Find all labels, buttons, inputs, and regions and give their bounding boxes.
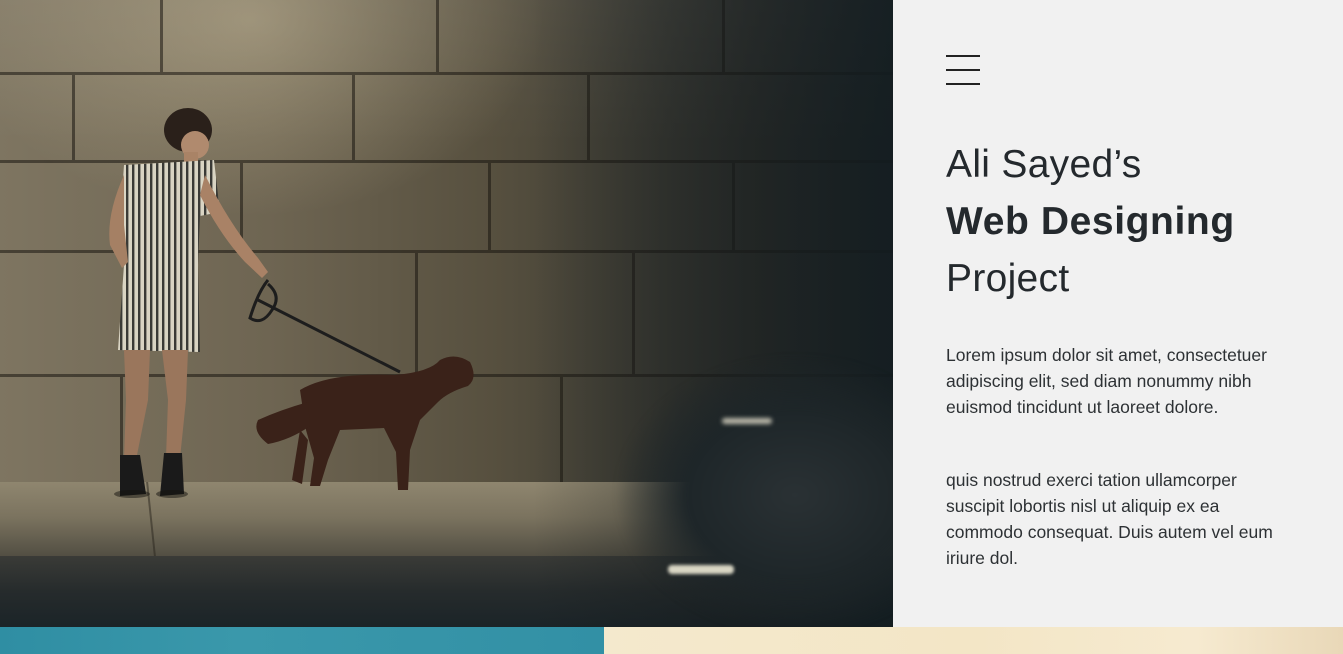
intro-paragraph-1: Lorem ipsum dolor sit amet, consectetuer… bbox=[946, 345, 1267, 417]
next-section-image-left bbox=[0, 627, 604, 654]
intro-paragraph-2: quis nostrud exerci tation ullamcorper s… bbox=[946, 470, 1273, 568]
hamburger-menu-icon[interactable] bbox=[946, 55, 980, 87]
next-section-image-right bbox=[604, 627, 1343, 654]
menu-bar bbox=[946, 69, 980, 71]
hero-photo bbox=[0, 0, 893, 627]
dog-figure bbox=[256, 356, 474, 490]
title-line-project: Web Designing bbox=[946, 200, 1235, 243]
leash bbox=[248, 279, 401, 374]
menu-bar bbox=[946, 55, 980, 57]
page-title: Ali Sayed’s Web Designing Project bbox=[946, 136, 1326, 307]
title-line-author: Ali Sayed’s bbox=[946, 143, 1142, 186]
intro-panel: Ali Sayed’s Web Designing Project Lorem … bbox=[893, 0, 1343, 627]
woman-figure bbox=[109, 108, 268, 498]
woman-with-dog-illustration bbox=[109, 108, 474, 498]
title-line-suffix: Project bbox=[946, 257, 1070, 300]
menu-bar bbox=[946, 83, 980, 85]
